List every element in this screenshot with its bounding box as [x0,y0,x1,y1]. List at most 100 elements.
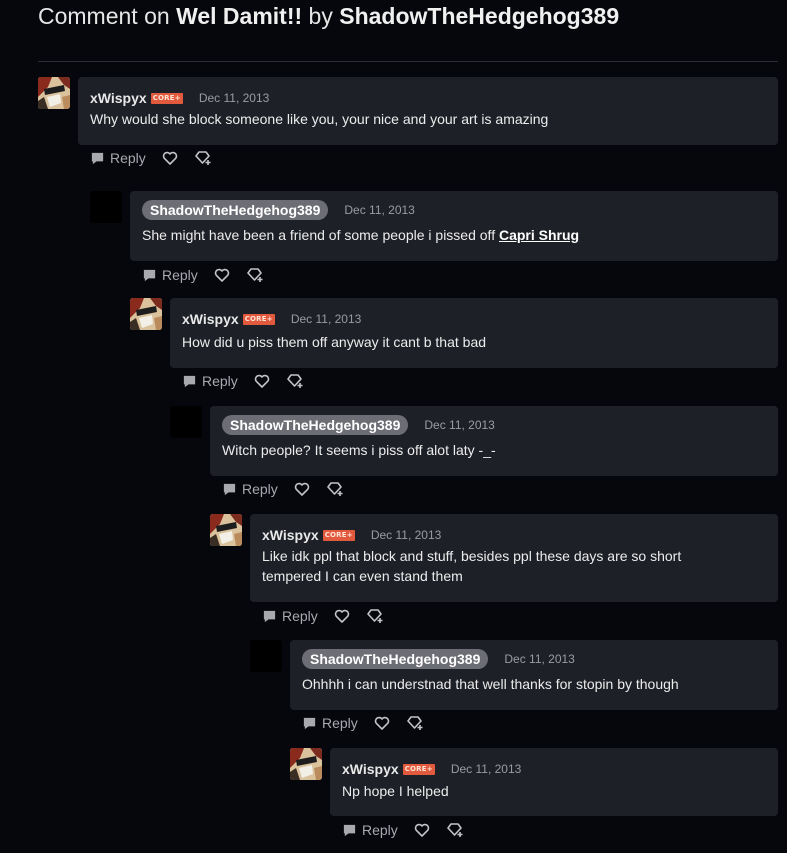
comment-actions: Reply [222,479,344,499]
username-link[interactable]: ShadowTheHedgehog389 [222,415,409,435]
comment-1: xWispyx CORE+ Dec 11, 2013 Why would she… [38,77,778,177]
award-icon [406,715,424,731]
comment-actions: Reply [302,713,424,733]
award-icon [246,267,264,283]
comment-5: xWispyx CORE+ Dec 11, 2013 Like idk ppl … [210,514,778,634]
core-badge: CORE+ [242,313,275,325]
comment-text: Np hope I helped [342,783,449,799]
comment-text: How did u piss them off anyway it cant b… [182,334,487,350]
favourite-button[interactable] [162,150,178,166]
user-avatar[interactable] [90,191,122,223]
reply-label: Reply [202,373,238,389]
user-avatar[interactable] [290,748,322,780]
favourite-button[interactable] [254,373,270,389]
comment-text: Ohhhh i can understnad that well thanks … [302,676,679,692]
core-badge: CORE+ [322,529,355,541]
award-icon [286,373,304,389]
user-avatar[interactable] [38,77,70,109]
avatar-image-icon [290,748,322,780]
comment-text: Like idk ppl that block and stuff, besid… [262,548,682,584]
author-link[interactable]: ShadowTheHedgehog389 [339,3,619,29]
title-by: by [308,3,333,29]
favourite-button[interactable] [374,715,390,731]
give-award-button[interactable] [246,267,264,283]
favourite-button[interactable] [214,267,230,283]
reply-icon [222,482,237,497]
reply-label: Reply [162,267,198,283]
favourite-button[interactable] [414,822,430,838]
reply-button[interactable]: Reply [90,150,146,166]
reply-label: Reply [322,715,358,731]
comment-actions: Reply [142,265,264,285]
heart-icon [374,715,390,731]
comment-6: ShadowTheHedgehog389 Dec 11, 2013 Ohhhh … [250,640,778,740]
core-badge: CORE+ [150,92,183,104]
comment-bubble: xWispyx CORE+ Dec 11, 2013 Why would she… [78,77,778,145]
comment-bubble: xWispyx CORE+ Dec 11, 2013 Like idk ppl … [250,514,778,602]
avatar-image-icon [38,77,70,109]
comment-7: xWispyx CORE+ Dec 11, 2013 Np hope I hel… [290,748,778,848]
favourite-button[interactable] [294,481,310,497]
reply-label: Reply [282,608,318,624]
comment-actions: Reply [342,820,464,840]
comment-2: ShadowTheHedgehog389 Dec 11, 2013 She mi… [90,191,778,291]
heart-icon [162,150,178,166]
give-award-button[interactable] [326,481,344,497]
award-icon [326,481,344,497]
user-avatar[interactable] [130,298,162,330]
reply-button[interactable]: Reply [182,373,238,389]
award-icon [194,150,212,166]
comment-text: Witch people? It seems i piss off alot l… [222,442,496,458]
username-link[interactable]: xWispyx [182,311,239,327]
comment-date[interactable]: Dec 11, 2013 [371,528,442,542]
heart-icon [254,373,270,389]
comment-actions: Reply [182,371,304,391]
comment-4: ShadowTheHedgehog389 Dec 11, 2013 Witch … [170,406,778,506]
comment-date[interactable]: Dec 11, 2013 [424,418,495,432]
reply-button[interactable]: Reply [222,481,278,497]
reply-button[interactable]: Reply [342,822,398,838]
comment-date[interactable]: Dec 11, 2013 [344,203,415,217]
comment-text: Why would she block someone like you, yo… [90,111,549,127]
comment-bubble: ShadowTheHedgehog389 Dec 11, 2013 Witch … [210,406,778,476]
comment-actions: Reply [262,606,384,626]
give-award-button[interactable] [286,373,304,389]
emoticon-link[interactable]: Capri Shrug [499,227,579,243]
username-link[interactable]: ShadowTheHedgehog389 [302,649,489,669]
username-link[interactable]: xWispyx [90,90,147,106]
give-award-button[interactable] [194,150,212,166]
reply-icon [182,374,197,389]
user-avatar[interactable] [210,514,242,546]
favourite-button[interactable] [334,608,350,624]
comment-actions: Reply [90,148,212,168]
comment-date[interactable]: Dec 11, 2013 [199,91,270,105]
title-prefix: Comment on [38,3,170,29]
reply-button[interactable]: Reply [302,715,358,731]
give-award-button[interactable] [406,715,424,731]
comment-date[interactable]: Dec 11, 2013 [504,652,575,666]
avatar-image-icon [130,298,162,330]
username-link[interactable]: xWispyx [342,761,399,777]
give-award-button[interactable] [366,608,384,624]
comment-date[interactable]: Dec 11, 2013 [291,312,362,326]
header-divider [38,61,778,62]
give-award-button[interactable] [446,822,464,838]
comment-bubble: xWispyx CORE+ Dec 11, 2013 How did u pis… [170,298,778,368]
heart-icon [334,608,350,624]
reply-label: Reply [242,481,278,497]
reply-icon [142,268,157,283]
page-title: Comment on Wel Damit!! by ShadowTheHedge… [38,0,619,34]
heart-icon [414,822,430,838]
deviation-title-link[interactable]: Wel Damit!! [176,3,302,29]
username-link[interactable]: ShadowTheHedgehog389 [142,200,329,220]
avatar-image-icon [210,514,242,546]
comment-date[interactable]: Dec 11, 2013 [451,762,522,776]
username-link[interactable]: xWispyx [262,527,319,543]
reply-button[interactable]: Reply [142,267,198,283]
user-avatar[interactable] [170,406,202,438]
reply-button[interactable]: Reply [262,608,318,624]
award-icon [446,822,464,838]
comment-3: xWispyx CORE+ Dec 11, 2013 How did u pis… [130,298,778,398]
reply-label: Reply [110,150,146,166]
user-avatar[interactable] [250,640,282,672]
